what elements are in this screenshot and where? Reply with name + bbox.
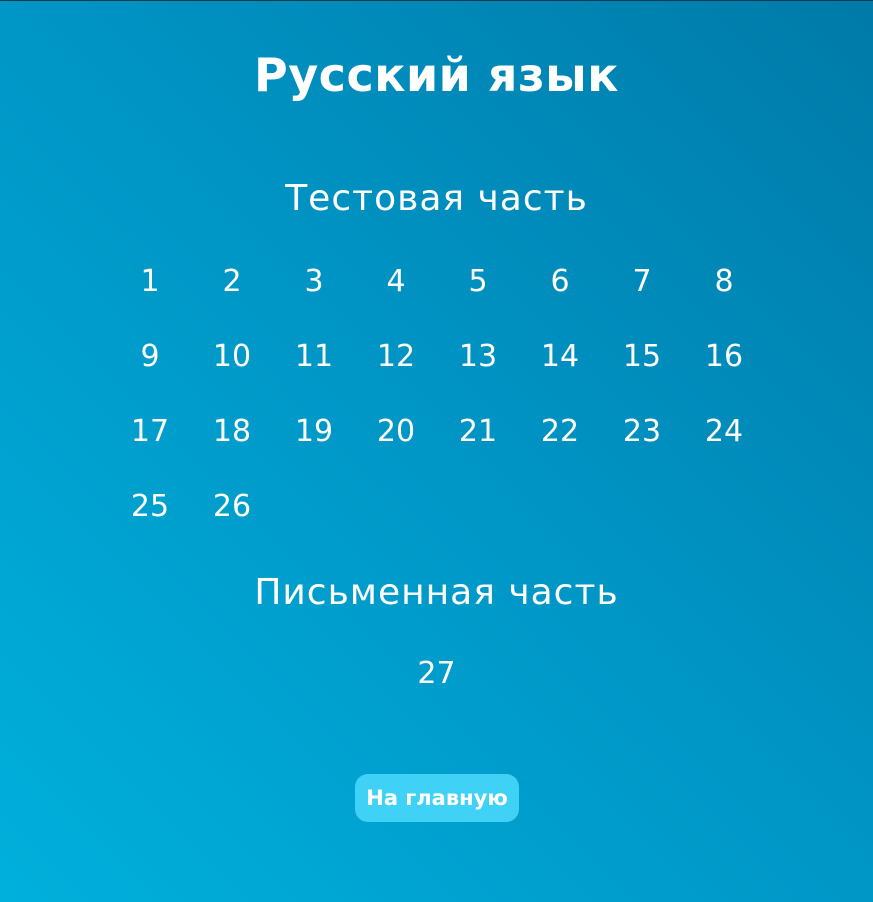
task-link-19[interactable]: 19 — [273, 394, 355, 469]
task-link-24[interactable]: 24 — [683, 394, 765, 469]
task-link-10[interactable]: 10 — [191, 319, 273, 394]
task-link-12[interactable]: 12 — [355, 319, 437, 394]
task-link-16[interactable]: 16 — [683, 319, 765, 394]
page-title: Русский язык — [253, 48, 619, 102]
task-link-13[interactable]: 13 — [437, 319, 519, 394]
task-link-7[interactable]: 7 — [601, 244, 683, 319]
task-link-9[interactable]: 9 — [109, 319, 191, 394]
task-link-2[interactable]: 2 — [191, 244, 273, 319]
written-section-heading: Письменная часть — [254, 572, 619, 613]
task-link-23[interactable]: 23 — [601, 394, 683, 469]
task-link-1[interactable]: 1 — [109, 244, 191, 319]
task-link-6[interactable]: 6 — [519, 244, 601, 319]
task-link-22[interactable]: 22 — [519, 394, 601, 469]
task-link-11[interactable]: 11 — [273, 319, 355, 394]
task-link-15[interactable]: 15 — [601, 319, 683, 394]
task-link-26[interactable]: 26 — [191, 469, 273, 544]
task-link-18[interactable]: 18 — [191, 394, 273, 469]
task-link-27[interactable]: 27 — [396, 636, 478, 711]
written-task-list: 27 — [0, 636, 873, 711]
task-link-8[interactable]: 8 — [683, 244, 765, 319]
task-link-21[interactable]: 21 — [437, 394, 519, 469]
task-link-20[interactable]: 20 — [355, 394, 437, 469]
test-section-heading: Тестовая часть — [285, 178, 588, 219]
task-link-3[interactable]: 3 — [273, 244, 355, 319]
task-link-4[interactable]: 4 — [355, 244, 437, 319]
task-link-14[interactable]: 14 — [519, 319, 601, 394]
task-link-25[interactable]: 25 — [109, 469, 191, 544]
test-task-grid: 1 2 3 4 5 6 7 8 9 10 11 12 13 14 15 16 1… — [109, 244, 765, 544]
home-button[interactable]: На главную — [355, 774, 519, 822]
task-link-17[interactable]: 17 — [109, 394, 191, 469]
task-link-5[interactable]: 5 — [437, 244, 519, 319]
